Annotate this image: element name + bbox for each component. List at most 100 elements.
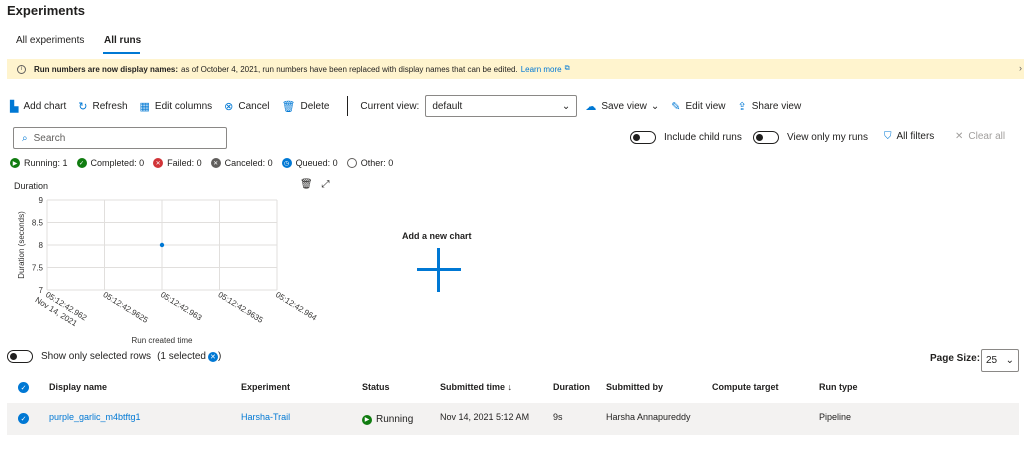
expand-icon[interactable]: ⤢ — [321, 179, 329, 190]
refresh-button[interactable]: ↻ Refresh — [78, 100, 127, 113]
column-header-run-type[interactable]: Run type — [819, 382, 858, 392]
bar-chart-icon: ▙ — [10, 100, 19, 113]
edit-columns-button[interactable]: ▦ Edit columns — [140, 100, 213, 113]
view-only-my-runs-toggle[interactable]: View only my runs — [753, 131, 868, 144]
toolbar-divider — [347, 96, 349, 116]
external-link-icon: ⧉ — [564, 65, 570, 72]
status-failed[interactable]: ✕ Failed: 0 — [153, 158, 202, 168]
cancel-icon: ⊗ — [224, 100, 234, 113]
learn-more-link[interactable]: Learn more — [521, 65, 562, 74]
selected-count: (1 selected — [157, 351, 206, 362]
status-completed-label: Completed: 0 — [90, 158, 145, 168]
experiment-link[interactable]: Harsha-Trail — [241, 412, 290, 422]
y-tick-label: 7 — [39, 286, 44, 295]
close-icon: ✕ — [955, 131, 964, 142]
clear-all-label: Clear all — [968, 131, 1006, 142]
y-axis-label: Duration (seconds) — [17, 211, 26, 279]
banner-text: as of October 4, 2021, run numbers have … — [181, 64, 518, 74]
status-summary: ▶ Running: 1 ✓ Completed: 0 ✕ Failed: 0 … — [10, 158, 402, 168]
view-only-my-runs-label: View only my runs — [787, 132, 868, 143]
select-all-checkbox[interactable]: ✓ — [18, 382, 29, 393]
clear-selection-icon[interactable]: ✕ — [207, 351, 218, 362]
row-checkbox[interactable]: ✓ — [18, 413, 29, 424]
column-header-duration[interactable]: Duration — [553, 382, 590, 392]
add-new-chart-label[interactable]: Add a new chart — [402, 231, 472, 241]
toggle-switch[interactable] — [7, 350, 33, 363]
share-view-label: Share view — [751, 100, 802, 112]
x-tick-label: 05:12:42.963 — [159, 290, 204, 323]
search-input[interactable]: ⌕ Search — [13, 127, 227, 149]
page-title: Experiments — [7, 3, 86, 18]
status-canceled[interactable]: ✕ Canceled: 0 — [210, 158, 273, 168]
edit-view-label: Edit view — [685, 100, 726, 112]
banner-close-icon[interactable]: › — [1019, 63, 1022, 73]
data-point — [159, 242, 165, 248]
cancel-label: Cancel — [238, 100, 270, 112]
save-view-chevron-icon: ⌄ — [650, 100, 660, 112]
active-tab-indicator — [103, 52, 140, 54]
page-size-dropdown[interactable]: 25 ⌄ — [981, 349, 1019, 372]
column-header-status[interactable]: Status — [362, 382, 390, 392]
share-view-button[interactable]: ⇪ Share view — [738, 100, 802, 113]
filter-icon: ⛉ — [884, 131, 892, 142]
columns-icon: ▦ — [139, 100, 150, 113]
x-axis-label: Run created time — [132, 336, 193, 345]
trash-icon[interactable]: 🗑 — [300, 179, 313, 190]
column-header-display-name[interactable]: Display name — [49, 382, 107, 392]
status-other[interactable]: Other: 0 — [346, 158, 393, 168]
include-child-runs-label: Include child runs — [664, 132, 742, 143]
y-tick-label: 8.5 — [32, 219, 44, 228]
all-filters-label: All filters — [896, 131, 935, 142]
add-chart-button[interactable]: ▙ Add chart — [10, 100, 66, 113]
tab-all-experiments[interactable]: All experiments — [16, 35, 84, 46]
current-view-dropdown[interactable]: default ⌄ — [425, 95, 578, 117]
delete-button[interactable]: 🗑 Delete — [282, 100, 330, 113]
submitted-time-cell: Nov 14, 2021 5:12 AM — [440, 412, 530, 422]
play-icon: ▶ — [10, 158, 20, 168]
chart-actions: 🗑 ⤢ — [300, 179, 329, 190]
status-running[interactable]: ▶ Running: 1 — [10, 158, 68, 168]
clear-all-button[interactable]: ✕ Clear all — [955, 131, 1005, 142]
cloud-save-icon: ☁ — [585, 100, 597, 113]
column-header-experiment[interactable]: Experiment — [241, 382, 290, 392]
column-header-compute-target[interactable]: Compute target — [712, 382, 779, 392]
refresh-label: Refresh — [92, 100, 128, 112]
save-view-button[interactable]: ☁ Save view ⌄ — [585, 100, 659, 113]
y-tick-label: 7.5 — [32, 264, 44, 273]
page-size-label: Page Size: — [930, 353, 981, 364]
add-chart-plus-icon[interactable] — [417, 248, 461, 292]
status-completed[interactable]: ✓ Completed: 0 — [76, 158, 145, 168]
cancel-circle-icon: ✕ — [210, 158, 221, 168]
status-queued[interactable]: ◷ Queued: 0 — [281, 158, 338, 168]
cancel-button[interactable]: ⊗ Cancel — [224, 100, 269, 113]
include-child-runs-toggle[interactable]: Include child runs — [630, 131, 742, 144]
page-size-value: 25 — [986, 355, 998, 366]
tab-all-runs[interactable]: All runs — [104, 35, 141, 46]
toggle-switch[interactable] — [753, 131, 779, 144]
y-tick-label: 8 — [39, 241, 44, 250]
run-display-name-link[interactable]: purple_garlic_m4btftg1 — [49, 412, 141, 422]
all-filters-button[interactable]: ⛉ All filters — [884, 131, 934, 142]
duration-cell: 9s — [553, 412, 563, 422]
pencil-icon: ✎ — [671, 100, 681, 113]
edit-columns-label: Edit columns — [154, 100, 213, 112]
error-icon: ✕ — [153, 158, 164, 168]
show-only-selected-label: Show only selected rows — [41, 351, 152, 362]
checkmark-icon: ✓ — [76, 158, 87, 168]
status-running-label: Running: 1 — [24, 158, 68, 168]
search-icon: ⌕ — [22, 132, 28, 144]
show-only-selected-toggle[interactable]: Show only selected rows (1 selected ✕ ) — [7, 350, 221, 363]
duration-chart: 98.587.57 05:12:42.962Nov 14, 2021 05:12:4… — [17, 196, 319, 345]
banner-bold-text: Run numbers are now display names: — [34, 64, 179, 74]
current-view-value: default — [432, 100, 463, 112]
chevron-down-icon: ⌄ — [561, 100, 571, 112]
x-tick-label: 05:12:42.964 — [274, 290, 319, 323]
column-header-submitted-time[interactable]: Submitted time ↓ — [440, 382, 512, 392]
submitted-by-cell: Harsha Annapureddy — [606, 412, 691, 422]
trash-icon: 🗑 — [281, 100, 296, 113]
status-failed-label: Failed: 0 — [167, 158, 202, 168]
edit-view-button[interactable]: ✎ Edit view — [671, 100, 725, 113]
toggle-switch[interactable] — [630, 131, 656, 144]
column-header-submitted-by[interactable]: Submitted by — [606, 382, 663, 392]
status-canceled-label: Canceled: 0 — [224, 158, 273, 168]
